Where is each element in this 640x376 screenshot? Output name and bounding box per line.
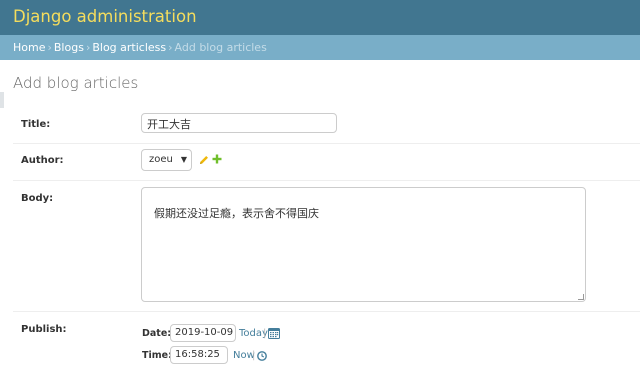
calendar-icon[interactable] bbox=[268, 327, 280, 339]
pencil-icon[interactable] bbox=[198, 154, 210, 166]
row-divider bbox=[13, 311, 640, 312]
body-label: Body: bbox=[21, 193, 54, 204]
body-textarea[interactable]: 假期还没过足瘾，表示舍不得国庆 bbox=[141, 187, 586, 302]
title-label: Title: bbox=[21, 119, 51, 130]
chevron-down-icon: ▼ bbox=[180, 155, 187, 164]
breadcrumb: Home › Blogs › Blog articless › Add blog artic… bbox=[0, 35, 640, 60]
breadcrumb-blog-articless-link[interactable]: Blog articless bbox=[92, 41, 166, 54]
row-divider bbox=[13, 180, 640, 181]
pipe-separator: | bbox=[263, 328, 267, 339]
row-divider bbox=[13, 143, 640, 144]
site-name[interactable]: Django administration bbox=[13, 7, 197, 26]
date-input[interactable]: 2019-10-09 bbox=[170, 324, 236, 342]
pipe-separator: | bbox=[252, 350, 256, 361]
time-label: Time: bbox=[142, 350, 172, 361]
time-input[interactable]: 16:58:25 bbox=[170, 346, 228, 364]
breadcrumb-separator: › bbox=[168, 41, 173, 54]
breadcrumb-current: Add blog articles bbox=[174, 41, 267, 54]
site-header: Django administration bbox=[0, 0, 640, 35]
left-edge-tab bbox=[0, 92, 4, 108]
date-label: Date: bbox=[142, 328, 172, 339]
breadcrumb-blogs-link[interactable]: Blogs bbox=[54, 41, 84, 54]
page-title: Add blog articles bbox=[13, 74, 139, 92]
publish-label: Publish: bbox=[21, 324, 67, 335]
body-text: 假期还没过足瘾，表示舍不得国庆 bbox=[154, 207, 319, 220]
author-label: Author: bbox=[21, 155, 64, 166]
author-select-value: zoeu bbox=[149, 154, 173, 165]
plus-icon[interactable] bbox=[212, 154, 222, 164]
author-select[interactable]: zoeu ▼ bbox=[141, 149, 192, 171]
resize-handle[interactable] bbox=[578, 294, 584, 300]
clock-icon[interactable] bbox=[257, 351, 267, 361]
title-input[interactable]: 开工大吉 bbox=[141, 113, 337, 133]
breadcrumb-home-link[interactable]: Home bbox=[13, 41, 45, 54]
breadcrumb-separator: › bbox=[47, 41, 52, 54]
